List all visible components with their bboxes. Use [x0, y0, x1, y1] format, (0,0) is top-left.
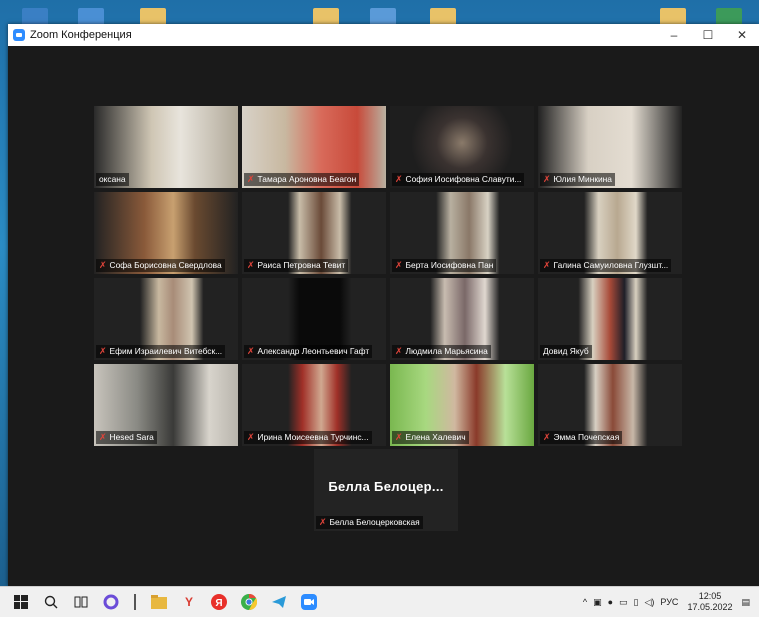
- participant-tile[interactable]: ✗ София Иосифовна Славути...: [390, 106, 534, 188]
- participant-tile[interactable]: оксана: [94, 106, 238, 188]
- participant-name: ✗ Эмма Почепская: [540, 431, 623, 444]
- participant-tile[interactable]: ✗ Ирина Моисеевна Турчинс...: [242, 364, 386, 446]
- participant-tile[interactable]: ✗ Галина Самуиловна Глузшт...: [538, 192, 682, 274]
- participant-tile[interactable]: ✗ Тамара Ароновна Беагон: [242, 106, 386, 188]
- participant-tile-active-speaker[interactable]: Довид Якуб: [538, 278, 682, 360]
- window-controls: – ☐ ✕: [657, 24, 759, 46]
- participant-tile[interactable]: ✗ Ефим Израилевич Витебск...: [94, 278, 238, 360]
- zoom-app-icon: [13, 29, 25, 41]
- participant-name: ✗ Белла Белоцерковская: [316, 516, 423, 529]
- language-indicator[interactable]: РУС: [660, 597, 678, 607]
- participant-name: ✗ Софа Борисовна Свердлова: [96, 259, 225, 272]
- search-icon[interactable]: [42, 593, 60, 611]
- minimize-button[interactable]: –: [657, 24, 691, 46]
- participant-tile[interactable]: ✗ Людмила Марьясина: [390, 278, 534, 360]
- telegram-icon[interactable]: [270, 593, 288, 611]
- separator-icon: [132, 593, 138, 611]
- participant-name: ✗ Александр Леонтьевич Гафт: [244, 345, 373, 358]
- close-button[interactable]: ✕: [725, 24, 759, 46]
- yandex-icon[interactable]: Я: [210, 593, 228, 611]
- muted-mic-icon: ✗: [99, 346, 107, 356]
- chrome-icon[interactable]: [240, 593, 258, 611]
- muted-mic-icon: ✗: [395, 174, 403, 184]
- participant-name: ✗ Елена Халевич: [392, 431, 469, 444]
- muted-mic-icon: ✗: [543, 432, 551, 442]
- muted-mic-icon: ✗: [247, 346, 255, 356]
- participant-tile[interactable]: ✗ Берта Иосифовна Пан: [390, 192, 534, 274]
- participant-name: ✗ Галина Самуиловна Глузшт...: [540, 259, 672, 272]
- chevron-up-icon[interactable]: ^: [583, 597, 587, 607]
- participant-display-name: Белла Белоцер...: [328, 479, 444, 494]
- gallery-view: оксана ✗ Тамара Ароновна Беагон ✗ София Ио…: [8, 46, 759, 586]
- participant-name: ✗ Hesed Sara: [96, 431, 157, 444]
- clock[interactable]: 12:05 17.05.2022: [687, 591, 732, 613]
- muted-mic-icon: ✗: [247, 174, 255, 184]
- participant-name: ✗ София Иосифовна Славути...: [392, 173, 525, 186]
- volume-icon[interactable]: ◁): [644, 597, 654, 608]
- participant-name: Довид Якуб: [540, 345, 592, 358]
- muted-mic-icon: ✗: [395, 346, 403, 356]
- microphone-icon[interactable]: ●: [608, 597, 613, 607]
- participant-tile-no-video[interactable]: Белла Белоцер... ✗ Белла Белоцерковская: [314, 449, 458, 531]
- participant-name: ✗ Людмила Марьясина: [392, 345, 491, 358]
- participant-name: ✗ Ирина Моисеевна Турчинс...: [244, 431, 372, 444]
- zoom-taskbar-icon[interactable]: [300, 593, 318, 611]
- participant-tile[interactable]: ✗ Юлия Минкина: [538, 106, 682, 188]
- file-explorer-icon[interactable]: [150, 593, 168, 611]
- muted-mic-icon: ✗: [99, 432, 107, 442]
- participant-name: ✗ Тамара Ароновна Беагон: [244, 173, 360, 186]
- muted-mic-icon: ✗: [395, 432, 403, 442]
- clock-time: 12:05: [698, 591, 722, 601]
- start-windows-icon[interactable]: [12, 593, 30, 611]
- participant-name: ✗ Раиса Петровна Тевит: [244, 259, 349, 272]
- zoom-window: Zoom Конференция – ☐ ✕ оксана ✗ Тамара Ар…: [8, 24, 759, 586]
- participant-tile[interactable]: ✗ Александр Леонтьевич Гафт: [242, 278, 386, 360]
- title-bar: Zoom Конференция – ☐ ✕: [8, 24, 759, 46]
- muted-mic-icon: ✗: [319, 517, 327, 527]
- muted-mic-icon: ✗: [543, 174, 551, 184]
- participant-tile[interactable]: ✗ Софа Борисовна Свердлова: [94, 192, 238, 274]
- participant-tile[interactable]: ✗ Раиса Петровна Тевит: [242, 192, 386, 274]
- muted-mic-icon: ✗: [247, 260, 255, 270]
- participant-tile[interactable]: ✗ Hesed Sara: [94, 364, 238, 446]
- yandex-browser-icon[interactable]: Y: [180, 593, 198, 611]
- tray-app-icon[interactable]: ▣: [593, 597, 602, 608]
- svg-text:Я: Я: [215, 598, 222, 609]
- task-view-icon[interactable]: [72, 593, 90, 611]
- participant-tile[interactable]: ✗ Елена Халевич: [390, 364, 534, 446]
- muted-mic-icon: ✗: [395, 260, 403, 270]
- participant-name: оксана: [96, 173, 129, 186]
- network-icon[interactable]: ▯: [634, 597, 639, 608]
- participant-tile[interactable]: ✗ Эмма Почепская: [538, 364, 682, 446]
- maximize-button[interactable]: ☐: [691, 24, 725, 46]
- muted-mic-icon: ✗: [247, 432, 255, 442]
- clock-date: 17.05.2022: [687, 602, 733, 612]
- participant-name: ✗ Ефим Израилевич Витебск...: [96, 345, 226, 358]
- display-icon[interactable]: ▭: [619, 597, 628, 608]
- system-tray: ^ ▣ ● ▭ ▯ ◁) РУС 12:05 17.05.2022 ▤: [580, 587, 753, 617]
- taskbar: Y Я ^ ▣ ● ▭ ▯ ◁) РУС 12:05 17.05.2022 ▤: [0, 586, 759, 617]
- window-title: Zoom Конференция: [30, 29, 132, 41]
- muted-mic-icon: ✗: [99, 260, 107, 270]
- muted-mic-icon: ✗: [543, 260, 551, 270]
- participant-name: ✗ Юлия Минкина: [540, 173, 615, 186]
- notifications-icon[interactable]: ▤: [741, 597, 750, 608]
- participant-name: ✗ Берта Иосифовна Пан: [392, 259, 497, 272]
- cortana-icon[interactable]: [102, 593, 120, 611]
